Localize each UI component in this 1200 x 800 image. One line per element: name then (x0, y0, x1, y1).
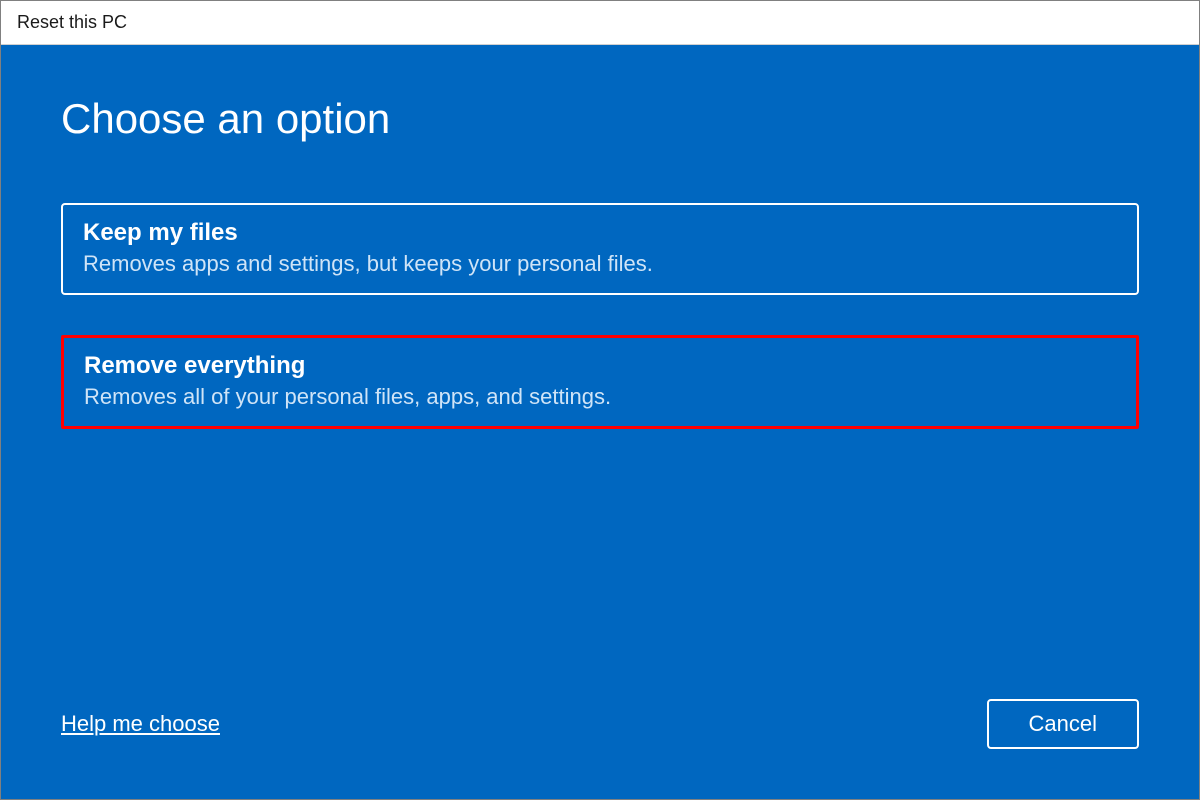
dialog-heading: Choose an option (61, 95, 1139, 143)
option-description: Removes apps and settings, but keeps you… (83, 251, 1117, 277)
cancel-button[interactable]: Cancel (987, 699, 1139, 749)
option-keep-my-files[interactable]: Keep my files Removes apps and settings,… (61, 203, 1139, 295)
dialog-content: Choose an option Keep my files Removes a… (1, 45, 1199, 799)
option-remove-everything[interactable]: Remove everything Removes all of your pe… (61, 335, 1139, 429)
option-title: Remove everything (84, 352, 1116, 380)
dialog-footer: Help me choose Cancel (61, 699, 1139, 759)
reset-pc-window: Reset this PC Choose an option Keep my f… (0, 0, 1200, 800)
options-list: Keep my files Removes apps and settings,… (61, 203, 1139, 429)
window-title: Reset this PC (17, 12, 127, 33)
titlebar: Reset this PC (1, 1, 1199, 45)
option-description: Removes all of your personal files, apps… (84, 384, 1116, 410)
help-me-choose-link[interactable]: Help me choose (61, 711, 220, 737)
option-title: Keep my files (83, 219, 1117, 247)
